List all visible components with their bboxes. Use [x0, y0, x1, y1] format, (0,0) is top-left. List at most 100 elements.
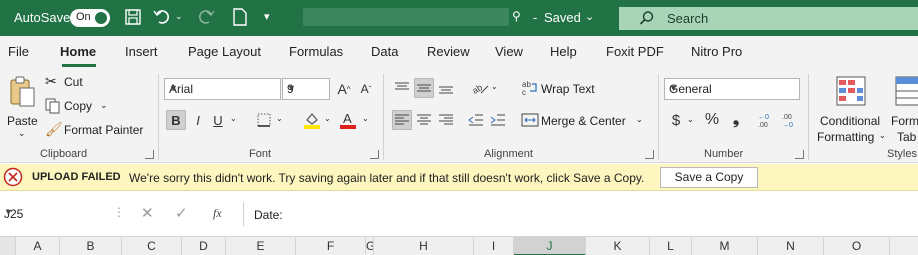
fill-color-dropdown-icon[interactable]: ⌄ — [324, 114, 331, 123]
column-header[interactable]: N — [758, 237, 824, 255]
format-as-table-button[interactable]: Form Tab — [888, 74, 918, 144]
svg-text:.00: .00 — [782, 114, 792, 121]
column-header[interactable]: C — [122, 237, 182, 255]
comma-style-icon[interactable]: ❟ — [726, 110, 746, 130]
bottom-align-icon[interactable] — [436, 78, 456, 98]
insert-function-icon[interactable]: fx — [213, 206, 222, 221]
formula-bar: J25 ▼ ⋮ ✕ ✓ fx Date: — [0, 198, 918, 230]
svg-text:ab: ab — [471, 82, 484, 96]
number-format-select[interactable]: General ▼ — [664, 78, 800, 100]
bold-button[interactable]: B — [166, 110, 186, 130]
tab-help[interactable]: Help — [550, 44, 577, 59]
merge-dropdown-icon[interactable]: ⌄ — [636, 115, 643, 124]
formula-input[interactable]: Date: — [254, 208, 283, 222]
tab-formulas[interactable]: Formulas — [289, 44, 343, 59]
tab-data[interactable]: Data — [371, 44, 398, 59]
italic-button[interactable]: I — [188, 110, 208, 130]
wrap-text-button[interactable]: Wrap Text — [541, 82, 595, 96]
font-color-icon[interactable]: A — [338, 110, 358, 130]
decrease-indent-icon[interactable] — [466, 110, 486, 130]
tab-review[interactable]: Review — [427, 44, 470, 59]
currency-icon[interactable]: $ — [666, 110, 686, 130]
tab-page-layout[interactable]: Page Layout — [188, 44, 261, 59]
redo-icon[interactable] — [195, 8, 215, 28]
confirm-entry-icon[interactable]: ✓ — [175, 204, 188, 222]
conditional-formatting-button[interactable]: Conditional Formatting ⌄ — [814, 74, 888, 144]
align-right-icon[interactable] — [436, 110, 456, 130]
new-document-icon[interactable] — [232, 8, 252, 28]
alignment-launcher-icon[interactable] — [645, 150, 654, 159]
orientation-icon[interactable]: ab — [470, 78, 490, 98]
tab-nitro-pro[interactable]: Nitro Pro — [691, 44, 742, 59]
column-header[interactable]: B — [60, 237, 122, 255]
copy-button[interactable]: Copy — [64, 99, 92, 113]
font-size-select[interactable]: 9 ▼ — [282, 78, 330, 100]
tab-file[interactable]: File — [8, 44, 29, 59]
share-person-icon[interactable]: ⚲ — [512, 9, 521, 23]
select-all-corner[interactable] — [0, 237, 16, 255]
tab-view[interactable]: View — [495, 44, 523, 59]
autosave-toggle[interactable]: On — [70, 9, 110, 27]
fill-color-icon[interactable] — [302, 110, 322, 130]
percent-icon[interactable]: % — [702, 110, 722, 130]
save-status: Saved — [544, 10, 581, 25]
more-options-icon[interactable]: ⋮ — [113, 205, 125, 219]
borders-icon[interactable] — [254, 110, 274, 130]
name-box[interactable]: J25 ▼ — [0, 203, 100, 225]
customize-toolbar-icon[interactable]: ▾ — [264, 10, 270, 23]
decrease-decimal-icon[interactable]: .00 →0 — [780, 110, 800, 130]
font-launcher-icon[interactable] — [370, 150, 379, 159]
tab-insert[interactable]: Insert — [125, 44, 158, 59]
tab-foxit-pdf[interactable]: Foxit PDF — [606, 44, 664, 59]
column-header[interactable]: E — [226, 237, 296, 255]
format-painter-button[interactable]: Format Painter — [64, 123, 143, 137]
cut-icon[interactable]: ✂ — [45, 73, 57, 90]
underline-dropdown-icon[interactable]: ⌄ — [230, 114, 237, 123]
number-launcher-icon[interactable] — [795, 150, 804, 159]
middle-align-icon[interactable] — [414, 78, 434, 98]
orientation-dropdown-icon[interactable]: ⌄ — [491, 82, 498, 91]
align-left-icon[interactable] — [392, 110, 412, 130]
paste-button[interactable]: Paste ⌄ — [4, 74, 38, 144]
merge-center-button[interactable]: Merge & Center — [541, 114, 626, 128]
column-header[interactable]: M — [692, 237, 758, 255]
column-header-selected[interactable]: J — [514, 237, 586, 255]
tab-home[interactable]: Home — [60, 44, 96, 59]
copy-icon[interactable] — [45, 98, 61, 117]
search-box[interactable]: Search — [619, 7, 918, 30]
undo-icon[interactable] — [153, 8, 173, 28]
font-color-dropdown-icon[interactable]: ⌄ — [362, 114, 369, 123]
column-header[interactable]: D — [182, 237, 226, 255]
column-header[interactable]: F — [296, 237, 366, 255]
save-a-copy-button[interactable]: Save a Copy — [660, 167, 758, 188]
conditional-formatting-label-1: Conditional — [820, 114, 881, 128]
decrease-font-size-icon[interactable]: Aˇ — [356, 79, 376, 99]
column-header[interactable]: I — [474, 237, 514, 255]
column-header[interactable]: O — [824, 237, 890, 255]
column-header[interactable]: A — [16, 237, 60, 255]
column-header[interactable]: K — [586, 237, 650, 255]
column-header[interactable]: G — [366, 237, 374, 255]
increase-decimal-icon[interactable]: ←0.00 — [756, 110, 776, 130]
cut-button[interactable]: Cut — [64, 75, 83, 89]
undo-dropdown-icon[interactable]: ⌄ — [175, 11, 183, 22]
align-center-icon[interactable] — [414, 110, 434, 130]
increase-font-size-icon[interactable]: A ^ — [334, 79, 354, 99]
save-icon[interactable] — [124, 8, 144, 28]
underline-button[interactable]: U — [208, 110, 228, 130]
increase-indent-icon[interactable] — [488, 110, 508, 130]
status-dropdown-icon[interactable]: ⌄ — [585, 10, 594, 23]
borders-dropdown-icon[interactable]: ⌄ — [276, 114, 283, 123]
font-name-select[interactable]: Arial ▼ — [164, 78, 281, 100]
clipboard-launcher-icon[interactable] — [145, 150, 154, 159]
autosave-state: On — [76, 11, 91, 23]
format-painter-icon[interactable]: 🖌 — [45, 121, 63, 138]
currency-dropdown-icon[interactable]: ⌄ — [687, 115, 694, 124]
top-align-icon[interactable] — [392, 78, 412, 98]
merge-center-icon[interactable] — [520, 110, 540, 130]
copy-dropdown-icon[interactable]: ⌄ — [100, 100, 108, 111]
wrap-text-icon[interactable]: ab c — [520, 78, 540, 98]
column-header[interactable]: L — [650, 237, 692, 255]
cancel-entry-icon[interactable]: ✕ — [141, 204, 154, 222]
column-header[interactable]: H — [374, 237, 474, 255]
